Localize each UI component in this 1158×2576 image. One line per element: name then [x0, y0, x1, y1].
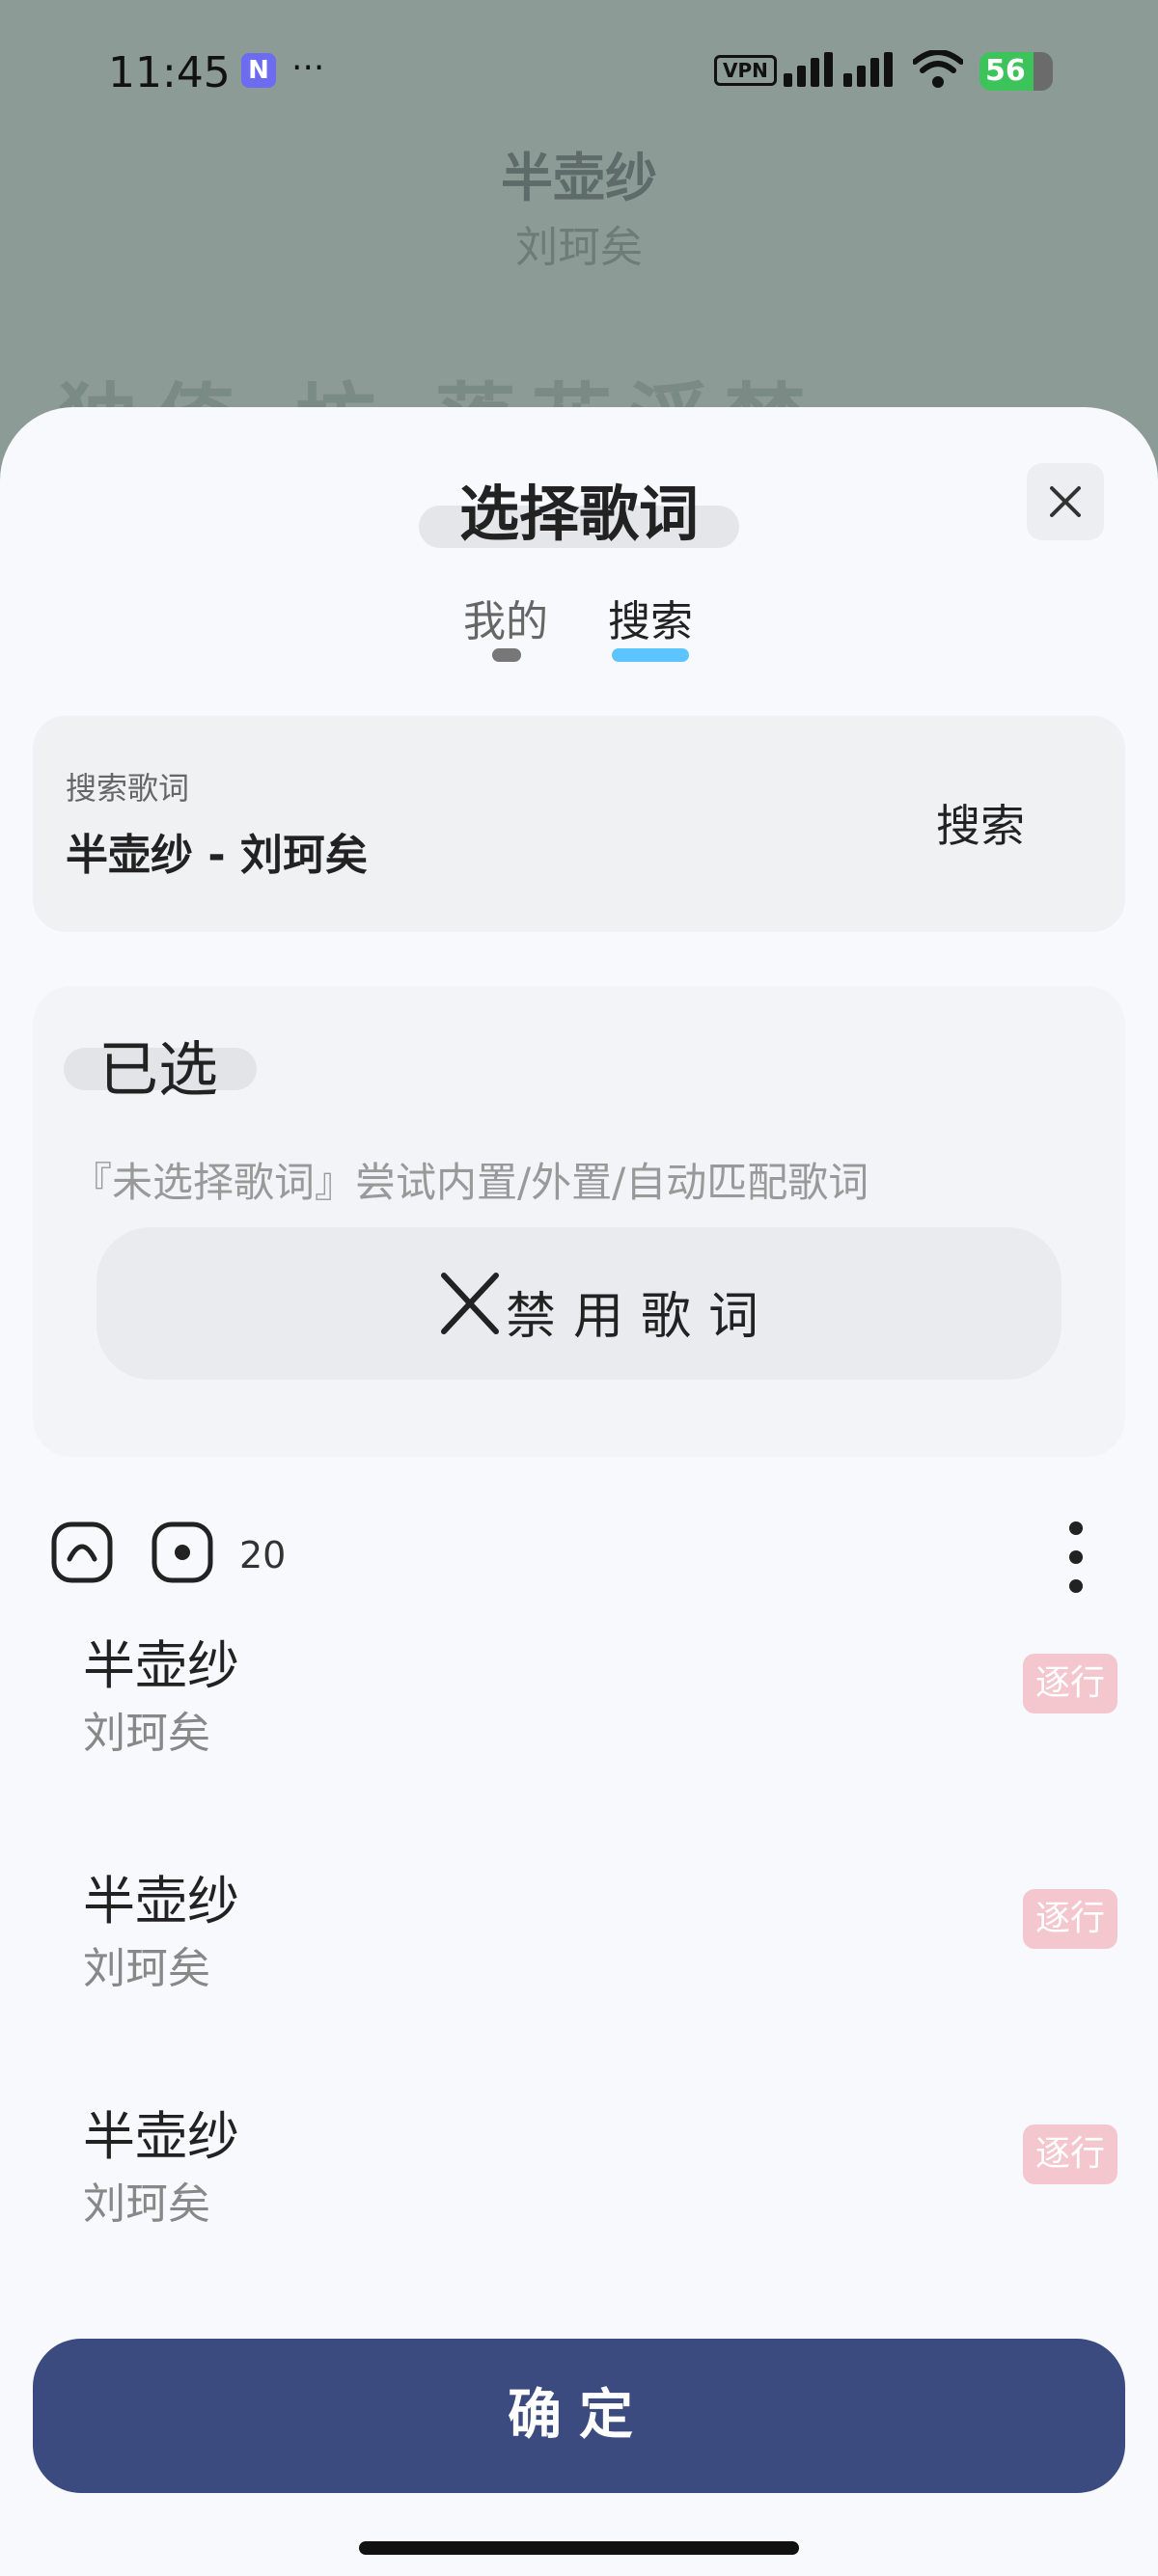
result-count: 20 [239, 1534, 287, 1576]
confirm-button[interactable]: 确定 [33, 2339, 1125, 2493]
tab-bar: 我的 搜索 [0, 587, 1158, 664]
vpn-icon: VPN [714, 55, 777, 86]
result-title: 半壶纱 [83, 1871, 239, 1932]
result-artist: 刘珂矣 [83, 1944, 210, 1993]
more-notifications-icon: ··· [291, 48, 325, 88]
results-toolbar: 20 [0, 1494, 1158, 1594]
result-title: 半壶纱 [83, 1635, 239, 1696]
search-button[interactable]: 搜索 [936, 791, 1025, 855]
home-indicator[interactable] [359, 2541, 799, 2555]
line-sync-badge: 逐行 [1023, 2124, 1117, 2184]
list-item[interactable]: 半壶纱 刘珂矣 逐行 [0, 1858, 1158, 2051]
close-icon [1050, 486, 1081, 517]
sheet-title: 选择歌词 [458, 479, 699, 549]
collapse-icon[interactable] [50, 1521, 114, 1584]
tab-indicator-mine [492, 648, 521, 662]
more-options-icon[interactable] [1062, 1521, 1090, 1594]
app-notification-icon: N [241, 53, 276, 88]
tab-mine[interactable]: 我的 [463, 587, 548, 648]
battery-level: 56 [985, 54, 1026, 88]
list-item[interactable]: 半壶纱 刘珂矣 逐行 [0, 1623, 1158, 1816]
selected-lyrics-card: 已选 『未选择歌词』尝试内置/外置/自动匹配歌词 禁用歌词 [33, 986, 1125, 1457]
wifi-icon [913, 50, 963, 88]
x-icon [441, 1273, 499, 1334]
disable-lyrics-button[interactable]: 禁用歌词 [96, 1227, 1062, 1380]
status-time: 11:45 [108, 48, 231, 97]
list-item[interactable]: 半壶纱 刘珂矣 逐行 [0, 2094, 1158, 2287]
search-lyrics-card: 搜索歌词 半壶纱 - 刘珂矣 搜索 [33, 716, 1125, 932]
result-title: 半壶纱 [83, 2106, 239, 2167]
close-button[interactable] [1027, 463, 1104, 540]
tab-indicator-search [612, 648, 689, 662]
search-label: 搜索歌词 [66, 770, 190, 807]
locate-icon[interactable] [151, 1521, 214, 1584]
battery-icon: 56 [979, 52, 1053, 91]
tab-search[interactable]: 搜索 [608, 587, 693, 648]
search-input[interactable]: 半壶纱 - 刘珂矣 [66, 820, 368, 882]
now-playing-artist: 刘珂矣 [515, 223, 643, 272]
lyrics-picker-sheet: 选择歌词 我的 搜索 搜索歌词 半壶纱 - 刘珂矣 搜索 已选 『未选择歌词』尝… [0, 407, 1158, 2576]
selected-title: 已选 [98, 1034, 219, 1105]
signal-icon [784, 52, 893, 87]
disable-lyrics-label: 禁用歌词 [506, 1288, 777, 1346]
line-sync-badge: 逐行 [1023, 1889, 1117, 1949]
result-artist: 刘珂矣 [83, 1709, 210, 1758]
now-playing-title: 半壶纱 [501, 148, 657, 208]
result-artist: 刘珂矣 [83, 2179, 210, 2229]
line-sync-badge: 逐行 [1023, 1654, 1117, 1713]
selected-description: 『未选择歌词』尝试内置/外置/自动匹配歌词 [71, 1159, 869, 1206]
status-bar: 11:45 N ··· VPN 56 [0, 39, 1158, 106]
